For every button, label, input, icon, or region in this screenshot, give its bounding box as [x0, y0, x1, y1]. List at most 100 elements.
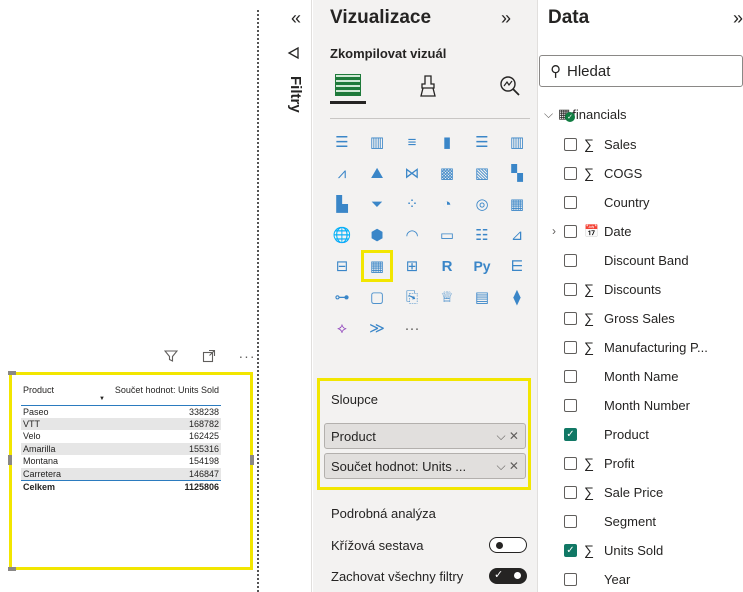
table-node-financials[interactable]: ⌵ ▦ ✓ financials — [544, 100, 743, 128]
kpi-icon[interactable]: ⊿ — [505, 223, 529, 247]
field-row[interactable]: Segment — [564, 507, 743, 535]
resize-handle[interactable] — [8, 567, 16, 571]
collapse-visualizations-button[interactable]: » — [501, 8, 511, 29]
cross-report-toggle[interactable] — [489, 537, 527, 553]
area-chart-icon[interactable]: ⛰ — [365, 161, 389, 185]
field-row[interactable]: ∑ Discounts — [564, 275, 743, 303]
pie-chart-icon[interactable]: ◔ — [435, 192, 459, 216]
more-visuals-button[interactable]: ··· — [400, 316, 424, 340]
field-row[interactable]: › 📅 Date — [552, 217, 743, 245]
stacked-bar-chart-icon[interactable]: ☰ — [330, 130, 354, 154]
power-apps-icon[interactable]: ⧫ — [505, 285, 529, 309]
filter-icon[interactable] — [160, 349, 182, 363]
waterfall-chart-icon[interactable]: ▙ — [330, 192, 354, 216]
well-field-product[interactable]: Product ⌵ ✕ — [324, 423, 526, 449]
slicer-icon[interactable]: ⊟ — [330, 254, 354, 278]
field-row[interactable]: ∑ COGS — [564, 159, 743, 187]
field-row[interactable]: Discount Band — [564, 246, 743, 274]
field-checkbox[interactable] — [564, 166, 577, 180]
expand-filters-button[interactable]: « — [287, 8, 305, 29]
smart-narrative-icon[interactable]: ≫ — [365, 316, 389, 340]
python-visual-icon[interactable]: Py — [470, 254, 494, 278]
resize-handle[interactable] — [8, 371, 16, 375]
matrix-icon[interactable]: ⊞ — [400, 254, 424, 278]
stacked-column-chart-icon[interactable]: ▥ — [365, 130, 389, 154]
field-checkbox[interactable] — [564, 195, 577, 209]
table-visual-icon[interactable]: ▦ — [361, 250, 393, 282]
gauge-icon[interactable]: ◠ — [400, 223, 424, 247]
column-header-product[interactable]: Product — [21, 385, 77, 406]
clustered-bar-chart-icon[interactable]: ≡ — [400, 130, 424, 154]
field-checkbox[interactable] — [564, 369, 577, 383]
line-chart-icon[interactable]: ⩘ — [330, 161, 354, 185]
more-options-icon[interactable]: ··· — [236, 348, 258, 364]
tab-format-visual[interactable] — [410, 68, 446, 104]
field-checkbox[interactable] — [564, 253, 577, 267]
field-row[interactable]: ✓ ∑ Units Sold — [564, 536, 743, 564]
clustered-column-chart-icon[interactable]: ▮ — [435, 130, 459, 154]
stacked-area-chart-icon[interactable]: ⋈ — [400, 161, 424, 185]
field-checkbox[interactable] — [564, 456, 577, 470]
treemap-icon[interactable]: ▦ — [505, 192, 529, 216]
field-checkbox[interactable] — [564, 137, 577, 151]
field-checkbox[interactable] — [564, 514, 577, 528]
visualizations-title: Vizualizace — [330, 7, 432, 28]
decomposition-tree-icon[interactable]: ⊶ — [330, 285, 354, 309]
filters-pane-collapsed[interactable] — [260, 0, 312, 592]
well-field-controls[interactable]: ⌵ ✕ — [497, 429, 520, 444]
focus-mode-icon[interactable] — [198, 349, 220, 363]
tab-build-visual[interactable] — [330, 68, 366, 104]
field-row[interactable]: ✓ Product — [564, 420, 743, 448]
field-row[interactable]: Month Number — [564, 391, 743, 419]
chevron-right-icon[interactable]: › — [552, 224, 564, 238]
power-automate-icon[interactable]: ⟡ — [330, 316, 354, 340]
field-checkbox[interactable]: ✓ — [564, 543, 577, 557]
resize-handle[interactable] — [250, 455, 254, 465]
field-row[interactable]: Country — [564, 188, 743, 216]
chevron-down-icon[interactable]: ⌵ — [544, 107, 558, 122]
field-checkbox[interactable] — [564, 340, 577, 354]
well-field-controls[interactable]: ⌵ ✕ — [497, 459, 520, 474]
ribbon-chart-icon[interactable]: ▚ — [505, 161, 529, 185]
field-row[interactable]: Year — [564, 565, 743, 592]
search-input[interactable]: ⚲ Hledat — [539, 55, 743, 87]
filters-label[interactable]: Filtry — [287, 76, 304, 113]
table-visual[interactable]: Product Součet hodnot: Units Sold ▼ Paseo… — [8, 371, 254, 571]
paginated-report-icon[interactable]: ▤ — [470, 285, 494, 309]
field-checkbox[interactable] — [564, 282, 577, 296]
key-influencers-icon[interactable]: ⋿ — [505, 254, 529, 278]
100-stacked-bar-chart-icon[interactable]: ☰ — [470, 130, 494, 154]
funnel-chart-icon[interactable]: ⏷ — [365, 192, 389, 216]
goals-icon[interactable]: ♕ — [435, 285, 459, 309]
column-header-units-sold[interactable]: Součet hodnot: Units Sold ▼ — [76, 385, 221, 406]
map-icon[interactable]: 🌐 — [330, 223, 354, 247]
field-row[interactable]: Month Name — [564, 362, 743, 390]
field-checkbox[interactable] — [564, 485, 577, 499]
tab-analytics[interactable] — [492, 68, 528, 104]
field-checkbox[interactable] — [564, 398, 577, 412]
field-row[interactable]: ∑ Profit — [564, 449, 743, 477]
filled-map-icon[interactable]: ⬢ — [365, 223, 389, 247]
field-checkbox[interactable] — [564, 224, 577, 238]
field-checkbox[interactable]: ✓ — [564, 427, 577, 441]
100-stacked-column-chart-icon[interactable]: ▥ — [505, 130, 529, 154]
keep-all-filters-toggle[interactable]: ✓ — [489, 568, 527, 584]
r-script-visual-icon[interactable]: R — [435, 254, 459, 278]
donut-chart-icon[interactable]: ◎ — [470, 192, 494, 216]
field-row[interactable]: ∑ Sales — [564, 130, 743, 158]
field-checkbox[interactable] — [564, 572, 577, 586]
scatter-chart-icon[interactable]: ⁘ — [400, 192, 424, 216]
resize-handle[interactable] — [8, 455, 12, 465]
line-and-stacked-column-icon[interactable]: ▩ — [435, 161, 459, 185]
field-row[interactable]: ∑ Manufacturing P... — [564, 333, 743, 361]
field-row[interactable]: ∑ Sale Price — [564, 478, 743, 506]
qa-icon[interactable]: ▢ — [365, 285, 389, 309]
field-checkbox[interactable] — [564, 311, 577, 325]
collapse-data-button[interactable]: » — [733, 8, 743, 29]
multi-row-card-icon[interactable]: ☷ — [470, 223, 494, 247]
well-field-units-sold[interactable]: Součet hodnot: Units ... ⌵ ✕ — [324, 453, 526, 479]
narrative-icon[interactable]: ⎘ — [400, 285, 424, 309]
field-row[interactable]: ∑ Gross Sales — [564, 304, 743, 332]
card-icon[interactable]: ▭ — [435, 223, 459, 247]
line-and-clustered-column-icon[interactable]: ▧ — [470, 161, 494, 185]
